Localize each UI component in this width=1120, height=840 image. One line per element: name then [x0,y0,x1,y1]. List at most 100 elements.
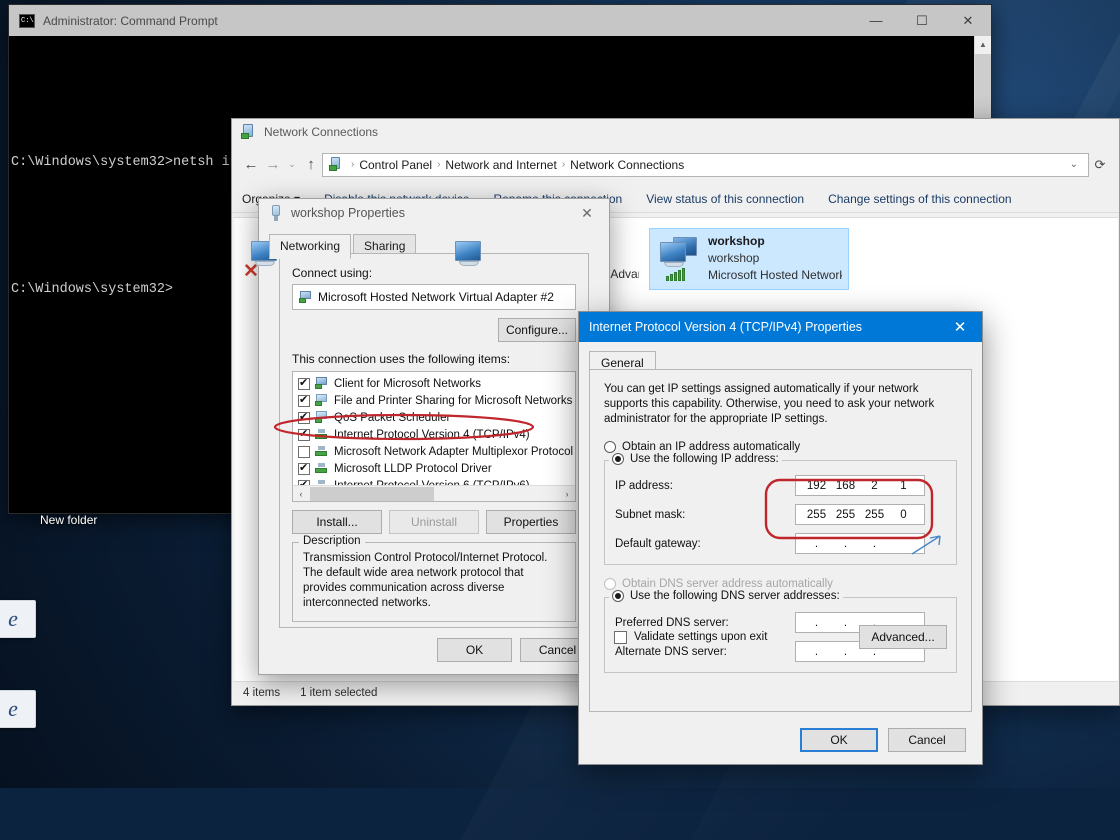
configure-button[interactable]: Configure... [498,318,576,342]
wsprops-dialog-buttons[interactable]: OK Cancel [437,638,595,662]
breadcrumb-item-control-panel[interactable]: Control Panel [356,158,435,172]
breadcrumb-item-network-connections[interactable]: Network Connections [567,158,687,172]
checkbox[interactable] [614,631,627,644]
address-bar[interactable]: ← → ⌄ ↑ › Control Panel › Network and In… [240,148,1111,181]
breadcrumb[interactable]: › Control Panel › Network and Internet ›… [322,153,1089,177]
use-dns-label: Use the following DNS server addresses: [630,590,840,602]
list-item-ipv4[interactable]: Internet Protocol Version 4 (TCP/IPv4) [293,426,575,443]
ipv4-intro-text: You can get IP settings assigned automat… [604,382,957,427]
checkbox[interactable] [298,395,310,407]
protocol-icon [315,462,330,475]
obtain-ip-automatically-radio[interactable]: Obtain an IP address automatically [604,441,957,453]
recent-locations-icon[interactable]: ⌄ [284,159,300,170]
description-text: Transmission Control Protocol/Internet P… [303,551,565,611]
close-icon[interactable]: ✕ [938,312,982,342]
network-items-list[interactable]: Client for Microsoft Networks File and P… [292,371,576,502]
ok-button[interactable]: OK [437,638,512,662]
subnet-mask-input[interactable]: 255 255 255 0 [795,504,925,525]
back-icon[interactable]: ← [240,156,262,173]
protocol-icon [315,445,330,458]
list-horizontal-scrollbar[interactable]: ‹ › [293,485,575,501]
forward-icon[interactable]: → [262,156,284,173]
close-button[interactable]: ✕ [945,5,991,36]
obtain-dns-label: Obtain DNS server address automatically [622,578,833,590]
change-settings-button[interactable]: Change settings of this connection [816,192,1023,206]
checkbox[interactable] [298,446,310,458]
checkbox[interactable] [298,412,310,424]
static-ip-group: Use the following IP address: IP address… [604,460,957,565]
install-button[interactable]: Install... [292,510,382,534]
browser-icon: e [0,690,36,728]
netconn-title-bar[interactable]: Network Connections [232,119,1119,144]
chevron-down-icon[interactable]: ⌄ [1064,159,1084,170]
description-group: Description Transmission Control Protoco… [292,542,576,622]
protocol-icon [315,428,330,441]
mask-octet-1[interactable]: 255 [802,509,831,521]
gw-octet-3[interactable]: . [860,538,889,550]
ip-octet-4[interactable]: 1 [889,480,918,492]
list-item[interactable]: QoS Packet Scheduler [293,409,575,426]
radio-icon[interactable] [612,590,624,602]
radio-icon[interactable] [604,441,616,453]
list-item[interactable]: Microsoft LLDP Protocol Driver [293,460,575,477]
gw-octet-2[interactable]: . [831,538,860,550]
ipv4-properties-dialog[interactable]: Internet Protocol Version 4 (TCP/IPv4) P… [578,311,983,765]
default-gateway-input[interactable]: . . . [795,533,925,554]
ok-button[interactable]: OK [800,728,878,752]
list-item[interactable]: Microsoft Network Adapter Multiplexor Pr… [293,443,575,460]
mask-octet-3[interactable]: 255 [860,509,889,521]
list-item[interactable]: Client for Microsoft Networks [293,375,575,392]
desktop-icon[interactable]: e [0,600,46,641]
minimize-button[interactable]: — [853,5,899,36]
cmd-title-bar[interactable]: C:\ Administrator: Command Prompt — ☐ ✕ [9,5,991,36]
scroll-up-icon[interactable]: ▲ [975,36,991,53]
checkbox[interactable] [298,463,310,475]
items-label: This connection uses the following items… [292,352,576,366]
advanced-button[interactable]: Advanced... [859,625,947,649]
use-following-dns-radio[interactable]: Use the following DNS server addresses: [609,590,843,602]
ip-octet-2[interactable]: 168 [831,480,860,492]
scroll-right-icon[interactable]: › [559,489,575,499]
cmd-window-buttons[interactable]: — ☐ ✕ [853,5,991,36]
list-item[interactable]: File and Printer Sharing for Microsoft N… [293,392,575,409]
wsprops-title: workshop Properties [291,206,405,220]
radio-icon[interactable] [612,453,624,465]
tab-networking[interactable]: Networking [269,234,351,259]
connection-status: workshop [708,250,842,267]
mask-octet-2[interactable]: 255 [831,509,860,521]
general-panel: You can get IP settings assigned automat… [589,369,972,712]
scroll-left-icon[interactable]: ‹ [293,489,309,499]
console-icon: C:\ [19,14,35,28]
gw-octet-1[interactable]: . [802,538,831,550]
new-folder-label[interactable]: New folder [40,513,97,527]
ip-address-input[interactable]: 192 168 2 1 [795,475,925,496]
connection-item-workshop[interactable]: workshop workshop Microsoft Hosted Netwo… [649,228,849,290]
breadcrumb-sep: › [435,159,442,170]
breadcrumb-sep: › [560,159,567,170]
desktop-icon[interactable]: e [0,690,46,731]
use-following-ip-radio[interactable]: Use the following IP address: [609,453,782,465]
breadcrumb-item-network-and-internet[interactable]: Network and Internet [442,158,559,172]
ip-octet-1[interactable]: 192 [802,480,831,492]
ipv4-dialog-buttons[interactable]: OK Cancel [800,728,966,752]
client-icon [315,377,330,390]
checkbox[interactable] [298,429,310,441]
maximize-button[interactable]: ☐ [899,5,945,36]
view-status-button[interactable]: View status of this connection [634,192,816,206]
mask-octet-4[interactable]: 0 [889,509,918,521]
refresh-icon[interactable]: ⟳ [1089,157,1111,173]
list-item-label: Internet Protocol Version 4 (TCP/IPv4) [334,429,530,441]
cancel-button[interactable]: Cancel [888,728,966,752]
ipv4-title-bar[interactable]: Internet Protocol Version 4 (TCP/IPv4) P… [579,312,982,342]
validate-settings-checkbox[interactable]: Validate settings upon exit [614,631,767,644]
scrollbar-thumb[interactable] [975,54,991,118]
checkbox[interactable] [298,378,310,390]
properties-button[interactable]: Properties [486,510,576,534]
up-icon[interactable]: ↑ [300,156,322,173]
default-gateway-row: Default gateway: . . . [615,533,946,554]
wsprops-title-bar[interactable]: workshop Properties ✕ [259,199,609,227]
close-icon[interactable]: ✕ [565,199,609,227]
workshop-properties-dialog[interactable]: workshop Properties ✕ Networking Sharing… [258,198,610,675]
scrollbar-thumb[interactable] [310,487,434,501]
ip-octet-3[interactable]: 2 [860,480,889,492]
